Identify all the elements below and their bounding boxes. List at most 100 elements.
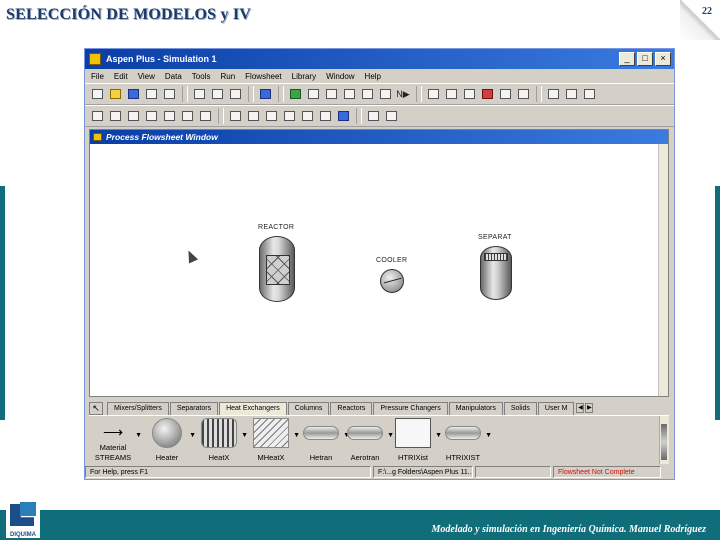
results-icon[interactable] bbox=[515, 87, 531, 102]
print-icon[interactable] bbox=[143, 87, 159, 102]
dropdown-arrow-icon[interactable]: ▼ bbox=[241, 432, 248, 439]
global-data-icon[interactable] bbox=[383, 109, 399, 124]
tab-heat-exchangers[interactable]: Heat Exchangers bbox=[219, 401, 287, 415]
model-htrixist-pipe[interactable]: HTRIXIST ▼ bbox=[441, 418, 492, 462]
flowsheet-scrollbar[interactable] bbox=[658, 144, 668, 396]
palette-scrollbar[interactable] bbox=[659, 416, 669, 464]
toolbar-separator bbox=[416, 86, 422, 102]
flowsheet-title: Process Flowsheet Window bbox=[106, 132, 218, 142]
tab-solids[interactable]: Solids bbox=[503, 401, 537, 415]
port-icon[interactable] bbox=[107, 109, 123, 124]
maximize-button[interactable]: □ bbox=[637, 52, 653, 66]
menu-window[interactable]: Window bbox=[326, 72, 354, 81]
menu-flowsheet[interactable]: Flowsheet bbox=[245, 72, 281, 81]
next-button[interactable]: N▶ bbox=[395, 87, 411, 102]
flash-separator-icon[interactable] bbox=[480, 246, 512, 300]
step-icon[interactable] bbox=[443, 87, 459, 102]
stream-results-icon[interactable] bbox=[563, 87, 579, 102]
flowsheet-titlebar[interactable]: Process Flowsheet Window bbox=[90, 130, 668, 144]
run-icon[interactable] bbox=[425, 87, 441, 102]
components-icon[interactable] bbox=[305, 87, 321, 102]
cut-icon[interactable] bbox=[191, 87, 207, 102]
grid-icon[interactable] bbox=[299, 109, 315, 124]
dropdown-arrow-icon[interactable]: ▼ bbox=[485, 432, 492, 439]
blocks-icon[interactable] bbox=[359, 87, 375, 102]
heater-coil bbox=[384, 277, 402, 285]
close-button[interactable]: × bbox=[655, 52, 671, 66]
stream-group-label: STREAMS bbox=[94, 453, 132, 462]
model-heater[interactable]: Heater ▼ bbox=[145, 418, 196, 462]
reinitialize-icon[interactable] bbox=[479, 87, 495, 102]
tabs-scroll-left-icon[interactable]: ◀ bbox=[576, 403, 585, 413]
flowsheet-canvas[interactable]: REACTOR COOLER SEPARAT bbox=[90, 144, 658, 396]
print-preview-icon[interactable] bbox=[161, 87, 177, 102]
paste-icon[interactable] bbox=[227, 87, 243, 102]
block-label-separator[interactable]: SEPARAT bbox=[478, 234, 512, 241]
model-heatx[interactable]: HeatX ▼ bbox=[197, 418, 248, 462]
hetran-model-icon bbox=[303, 426, 339, 440]
whats-this-icon[interactable] bbox=[257, 87, 273, 102]
page-break-icon[interactable] bbox=[317, 109, 333, 124]
model-htrixist[interactable]: HTRIXist ▼ bbox=[391, 418, 442, 462]
open-folder-icon[interactable] bbox=[107, 87, 123, 102]
stream-table-icon[interactable] bbox=[365, 109, 381, 124]
tab-mixers-splitters[interactable]: Mixers/Splitters bbox=[107, 401, 169, 415]
window-titlebar[interactable]: Aspen Plus - Simulation 1 _ □ × bbox=[85, 49, 674, 69]
footer-credit: Modelado y simulación en Ingeniería Quím… bbox=[431, 524, 706, 535]
check-results-icon[interactable] bbox=[545, 87, 561, 102]
menu-view[interactable]: View bbox=[138, 72, 155, 81]
dropdown-arrow-icon[interactable]: ▼ bbox=[189, 432, 196, 439]
control-panel-icon[interactable] bbox=[497, 87, 513, 102]
model-label-hetran: Hetran bbox=[309, 453, 333, 462]
menu-file[interactable]: File bbox=[91, 72, 104, 81]
menu-run[interactable]: Run bbox=[220, 72, 235, 81]
model-aerotran[interactable]: Aerotran ▼ bbox=[343, 418, 394, 462]
copy-icon[interactable] bbox=[209, 87, 225, 102]
status-help-text: For Help, press F1 bbox=[85, 466, 371, 478]
model-library-icon[interactable] bbox=[581, 87, 597, 102]
select-mode-arrow-icon[interactable]: ↖ bbox=[89, 401, 103, 415]
find-icon[interactable] bbox=[263, 109, 279, 124]
tab-separators[interactable]: Separators bbox=[169, 401, 219, 415]
menu-data[interactable]: Data bbox=[165, 72, 182, 81]
tabs-scroll-right-icon[interactable]: ▶ bbox=[585, 403, 594, 413]
logo-mark-secondary bbox=[20, 502, 36, 516]
tab-pressure-changers[interactable]: Pressure Changers bbox=[373, 401, 448, 415]
menu-edit[interactable]: Edit bbox=[114, 72, 128, 81]
tab-manipulators[interactable]: Manipulators bbox=[448, 401, 503, 415]
menu-library[interactable]: Library bbox=[292, 72, 316, 81]
toolbar-separator bbox=[248, 86, 254, 102]
menu-help[interactable]: Help bbox=[365, 72, 381, 81]
tab-user-models[interactable]: User M bbox=[537, 401, 575, 415]
annotation-icon[interactable] bbox=[335, 109, 351, 124]
heater-icon[interactable] bbox=[380, 269, 404, 293]
material-stream-tool[interactable]: ⟶ Material STREAMS ▼ bbox=[91, 418, 142, 462]
model-mheatx[interactable]: MHeatX ▼ bbox=[249, 418, 300, 462]
minimize-button[interactable]: _ bbox=[619, 52, 635, 66]
streams-icon[interactable] bbox=[341, 87, 357, 102]
new-file-icon[interactable] bbox=[89, 87, 105, 102]
align-icon[interactable] bbox=[89, 109, 105, 124]
zoom-icon[interactable] bbox=[179, 109, 195, 124]
properties-icon[interactable] bbox=[323, 87, 339, 102]
dropdown-arrow-icon[interactable]: ▼ bbox=[135, 432, 142, 439]
hierarchy-icon[interactable] bbox=[245, 109, 261, 124]
model-hetran[interactable]: Hetran ▼ bbox=[299, 418, 350, 462]
move-icon[interactable] bbox=[161, 109, 177, 124]
section-icon[interactable] bbox=[227, 109, 243, 124]
save-icon[interactable] bbox=[125, 87, 141, 102]
pointer-icon[interactable] bbox=[197, 109, 213, 124]
setup-icon[interactable] bbox=[287, 87, 303, 102]
flowsheet-view-icon[interactable] bbox=[281, 109, 297, 124]
reactor-icon[interactable] bbox=[259, 236, 295, 302]
menu-tools[interactable]: Tools bbox=[192, 72, 211, 81]
tab-columns[interactable]: Columns bbox=[287, 401, 330, 415]
scrollbar-thumb[interactable] bbox=[661, 424, 667, 460]
rotate-icon[interactable] bbox=[125, 109, 141, 124]
block-label-reactor[interactable]: REACTOR bbox=[258, 224, 294, 231]
flip-icon[interactable] bbox=[143, 109, 159, 124]
block-label-cooler[interactable]: COOLER bbox=[376, 257, 407, 264]
data-browser-icon[interactable] bbox=[377, 87, 393, 102]
tab-reactors[interactable]: Reactors bbox=[330, 401, 373, 415]
stop-icon[interactable] bbox=[461, 87, 477, 102]
